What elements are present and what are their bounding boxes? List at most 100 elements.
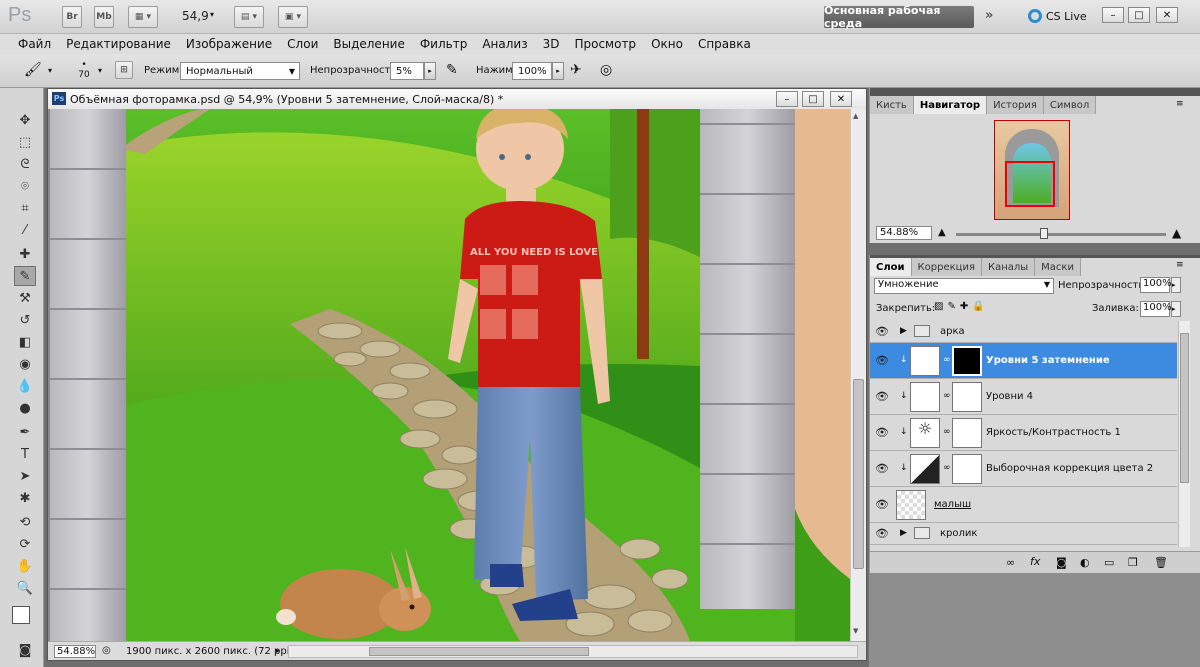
menu-select[interactable]: Выделение (333, 37, 404, 51)
blend-mode-select[interactable]: Нормальный ▼ (180, 62, 300, 80)
tab-character[interactable]: Символ (1043, 96, 1097, 114)
layers-scrollbar[interactable] (1178, 321, 1190, 547)
layer-mask-thumbnail[interactable] (952, 382, 982, 412)
navigator-view-box[interactable] (1005, 161, 1055, 207)
3d-orbit-tool-icon[interactable]: ⟳ (14, 534, 36, 554)
new-adjustment-icon[interactable]: ◐ (1080, 556, 1090, 569)
screen-mode-button[interactable]: ▣ ▾ (278, 6, 308, 28)
extras-menu-button[interactable]: ▦ ▾ (128, 6, 158, 28)
navigator-zoom-handle[interactable] (1040, 228, 1048, 239)
link-layers-icon[interactable]: ∞ (1006, 556, 1015, 569)
restore-button[interactable]: □ (1128, 7, 1150, 23)
menu-analysis[interactable]: Анализ (482, 37, 527, 51)
eyedropper-tool-icon[interactable]: ⁄ (14, 220, 36, 240)
visibility-eye-icon[interactable]: 👁 (875, 426, 889, 439)
marquee-tool-icon[interactable]: ⬚ (14, 132, 36, 152)
layer-mask-thumbnail[interactable] (952, 454, 982, 484)
layers-panel-menu-icon[interactable]: ≡ (1176, 260, 1184, 270)
add-mask-icon[interactable]: ◙ (1056, 556, 1067, 569)
doc-minimize-button[interactable]: – (776, 91, 798, 107)
arrange-documents-button[interactable]: ▤ ▾ (234, 6, 264, 28)
tool-preset-dropdown-icon[interactable]: ▾ (48, 66, 52, 75)
menu-image[interactable]: Изображение (186, 37, 272, 51)
layer-row[interactable]: 👁 ▶ арка (870, 321, 1177, 343)
tab-brush[interactable]: Кисть (870, 96, 914, 114)
status-zoom-field[interactable]: 54.88% (54, 645, 96, 658)
doc-restore-button[interactable]: □ (802, 91, 824, 107)
shape-tool-icon[interactable]: ✱ (14, 488, 36, 508)
workspace-switcher[interactable]: Основная рабочая среда (824, 4, 974, 30)
flow-slider-button[interactable]: ▸ (552, 62, 564, 80)
mini-bridge-button[interactable]: Mb (94, 6, 114, 28)
brush-tool-icon[interactable]: ✎ (14, 266, 36, 286)
layers-scroll-thumb[interactable] (1180, 333, 1189, 483)
pressure-size-icon[interactable]: ◎ (600, 62, 612, 78)
hand-tool-icon[interactable]: ✋ (14, 556, 36, 576)
scroll-down-icon[interactable]: ▼ (853, 627, 858, 635)
layer-row[interactable]: 👁 ↓ ∞ Уровни 4 (870, 379, 1177, 415)
visibility-eye-icon[interactable]: 👁 (875, 354, 889, 367)
layer-row[interactable]: 👁 ↓ ∞ Выборочная коррекция цвета 2 (870, 451, 1177, 487)
zoom-out-icon[interactable]: ▲ (938, 227, 946, 238)
menu-view[interactable]: Просмотр (574, 37, 636, 51)
chain-link-icon[interactable]: ∞ (943, 355, 951, 365)
tab-adjustments[interactable]: Коррекция (911, 258, 982, 276)
menu-layers[interactable]: Слои (287, 37, 318, 51)
navigator-zoom-field[interactable]: 54.88% (876, 226, 932, 240)
menu-help[interactable]: Справка (698, 37, 751, 51)
tab-channels[interactable]: Каналы (981, 258, 1036, 276)
horizontal-scrollbar[interactable] (288, 645, 858, 658)
3d-rotate-tool-icon[interactable]: ⟲ (14, 512, 36, 532)
navigator-zoom-slider[interactable] (956, 233, 1166, 236)
delete-layer-icon[interactable]: 🗑 (1154, 556, 1168, 569)
menu-edit[interactable]: Редактирование (66, 37, 171, 51)
zoom-dropdown-icon[interactable]: ▾ (210, 10, 214, 19)
layer-mask-thumbnail[interactable] (952, 418, 982, 448)
pressure-opacity-icon[interactable]: ✎ (446, 62, 458, 78)
navigator-thumbnail[interactable] (994, 120, 1070, 220)
tab-navigator[interactable]: Навигатор (913, 96, 988, 114)
layer-mask-thumbnail[interactable] (952, 346, 982, 376)
tab-history[interactable]: История (987, 96, 1044, 114)
close-button[interactable]: ✕ (1156, 7, 1178, 23)
document-title-bar[interactable]: Ps Объёмная фоторамка.psd @ 54,9% (Уровн… (48, 89, 866, 109)
layer-row-selected[interactable]: 👁 ↓ ∞ Уровни 5 затемнение (870, 343, 1177, 379)
image-canvas[interactable]: ALL YOU NEED IS LOVE (50, 109, 850, 641)
tab-masks[interactable]: Маски (1035, 258, 1081, 276)
doc-close-button[interactable]: ✕ (830, 91, 852, 107)
layer-style-icon[interactable]: fx (1030, 555, 1040, 568)
cslive-button[interactable]: CS Live (1046, 10, 1087, 23)
dodge-tool-icon[interactable]: ● (14, 398, 36, 418)
layer-row[interactable]: 👁 малыш (870, 487, 1177, 523)
zoom-in-icon[interactable]: ▲ (1172, 226, 1181, 240)
scroll-up-icon[interactable]: ▲ (853, 112, 858, 120)
new-group-icon[interactable]: ▭ (1104, 556, 1114, 569)
opacity-input[interactable]: 5% (390, 62, 424, 80)
flow-input[interactable]: 100% (512, 62, 552, 80)
lock-icons[interactable]: ▨✎✚🔒 (934, 301, 989, 312)
menu-3d[interactable]: 3D (543, 37, 560, 51)
cslive-icon[interactable] (1028, 9, 1042, 23)
layer-opacity-arrow-icon[interactable]: ▸ (1171, 277, 1181, 293)
menu-file[interactable]: Файл (18, 37, 51, 51)
layer-row[interactable]: 👁 ▶ кролик (870, 523, 1177, 545)
brush-panel-toggle-icon[interactable]: ⊞ (115, 61, 133, 79)
visibility-eye-icon[interactable]: 👁 (875, 462, 889, 475)
fill-input[interactable]: 100% (1140, 301, 1172, 317)
status-settings-icon[interactable]: ◎ (102, 645, 111, 656)
layer-opacity-input[interactable]: 100% (1140, 277, 1172, 293)
chain-link-icon[interactable]: ∞ (943, 427, 951, 437)
tab-layers[interactable]: Слои (870, 258, 912, 276)
group-expand-icon[interactable]: ▶ (900, 528, 907, 538)
path-selection-tool-icon[interactable]: ➤ (14, 466, 36, 486)
layer-row[interactable]: 👁 ↓ ☼ ∞ Яркость/Контрастность 1 (870, 415, 1177, 451)
layer-blend-mode-select[interactable]: Умножение ▼ (874, 278, 1054, 294)
panel-menu-icon[interactable]: ≡ (1176, 99, 1184, 109)
blur-tool-icon[interactable]: 💧 (14, 376, 36, 396)
chain-link-icon[interactable]: ∞ (943, 463, 951, 473)
chain-link-icon[interactable]: ∞ (943, 391, 951, 401)
vertical-scroll-thumb[interactable] (853, 379, 864, 569)
clone-stamp-tool-icon[interactable]: ⚒ (14, 288, 36, 308)
visibility-eye-icon[interactable]: 👁 (875, 498, 889, 511)
visibility-eye-icon[interactable]: 👁 (875, 325, 889, 338)
